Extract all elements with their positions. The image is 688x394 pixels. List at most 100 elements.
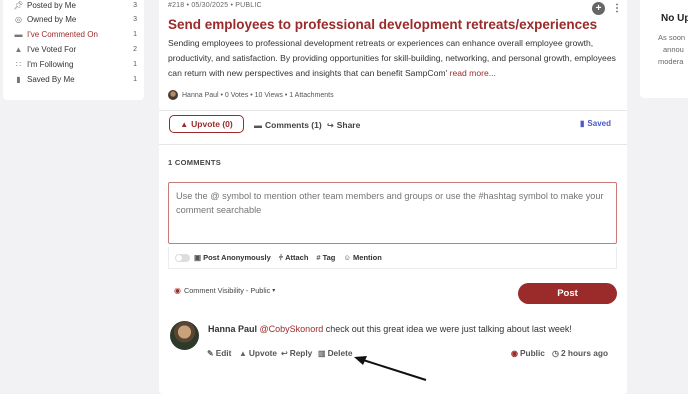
updates-panel-text: annou — [663, 45, 684, 54]
read-more-link[interactable]: read more... — [450, 68, 496, 78]
sidebar-item-count: 1 — [133, 30, 137, 38]
idea-card: #218 • 05/30/2025 • PUBLIC + ⋮ Send empl… — [159, 0, 627, 394]
thumbs-up-icon: ▲ — [239, 348, 247, 358]
comment-visibility-dropdown[interactable]: ◉ Comment Visibility - Public ▾ — [174, 286, 275, 295]
updates-panel-text: modera — [658, 57, 684, 66]
delete-label: Delete — [327, 348, 353, 358]
thumbs-up-icon: ▲ — [14, 44, 23, 54]
comments-label: Comments (1) — [265, 120, 322, 130]
comment-input[interactable] — [168, 182, 617, 244]
comment-visibility-label: Comment Visibility - Public — [183, 286, 271, 295]
post-anonymously-option[interactable]: ▣ Post Anonymously — [194, 253, 271, 262]
sidebar-item-label: I've Commented On — [27, 29, 98, 39]
paperclip-icon: ⫩ — [278, 252, 284, 262]
add-icon[interactable]: + — [592, 2, 605, 15]
comment-visibility-badge: ◉ Public — [511, 348, 545, 358]
post-stats: Hanna Paul • 0 Votes • 10 Views • 1 Atta… — [182, 91, 334, 99]
sidebar-item-saved-by-me[interactable]: ▮ Saved By Me 1 — [13, 72, 137, 86]
author-avatar — [168, 90, 178, 100]
anonymous-toggle[interactable] — [175, 253, 190, 262]
saved-label: Saved — [587, 119, 611, 128]
post-meta: #218 • 05/30/2025 • PUBLIC — [168, 2, 262, 9]
comment-time: 2 hours ago — [560, 348, 609, 358]
reply-label: Reply — [289, 348, 313, 358]
owner-icon: ◎ — [15, 14, 22, 24]
comment-edit-button[interactable]: ✎ Edit — [207, 348, 231, 358]
sidebar-item-label: I'm Following — [27, 59, 74, 69]
more-options-icon[interactable]: ⋮ — [612, 2, 622, 15]
comment-body: Hanna Paul @CobySkonord check out this g… — [208, 324, 572, 334]
chevron-down-icon: ▾ — [272, 288, 276, 294]
sidebar-item-label: I've Voted For — [27, 44, 77, 54]
annotation-arrow-icon — [354, 356, 427, 381]
edit-label: Edit — [215, 348, 232, 358]
post-description-text: Sending employees to professional develo… — [168, 38, 616, 78]
pin-icon: 📌︎ — [13, 0, 24, 10]
comment-author[interactable]: Hanna Paul — [208, 324, 257, 334]
updates-panel-text: As soon — [658, 33, 686, 42]
post-title[interactable]: Send employees to professional developme… — [168, 17, 597, 32]
comments-button[interactable]: ▬ Comments (1) — [254, 120, 322, 130]
sidebar-item-voted-for[interactable]: ▲ I've Voted For 2 — [13, 42, 137, 56]
comment-icon: ▬ — [254, 120, 262, 130]
share-icon: ↪ — [327, 120, 334, 130]
share-label: Share — [336, 120, 361, 130]
trash-icon: ▥ — [318, 348, 326, 358]
sidebar-item-count: 3 — [133, 1, 137, 9]
sidebar-item-posted-by-me[interactable]: 📌︎ Posted by Me 3 — [13, 0, 137, 12]
reply-icon: ↩ — [281, 348, 288, 358]
attach-label: Attach — [285, 253, 309, 262]
thumbs-up-icon: ▲ — [180, 119, 189, 129]
bookmark-icon: ▮ — [16, 74, 21, 84]
commenter-avatar[interactable] — [170, 321, 199, 350]
comment-icon: ▬ — [14, 29, 23, 39]
mention-label: Mention — [353, 253, 382, 262]
updates-panel: No Up As soon annou modera — [640, 0, 688, 98]
upvote-label: Upvote — [248, 348, 278, 358]
post-comment-button[interactable]: Post — [518, 283, 617, 304]
users-icon: ☺ — [343, 253, 352, 262]
post-author-line: Hanna Paul • 0 Votes • 10 Views • 1 Atta… — [168, 90, 334, 100]
sidebar-item-owned-by-me[interactable]: ◎ Owned by Me 3 — [13, 12, 137, 26]
comment-text: check out this great idea we were just t… — [323, 324, 572, 334]
clock-icon: ◷ — [552, 348, 559, 358]
divider — [159, 144, 627, 145]
upvote-button[interactable]: ▲ Upvote (0) — [169, 115, 244, 133]
filter-sidebar: 📌︎ Posted by Me 3 ◎ Owned by Me 3 ▬ I've… — [3, 0, 144, 100]
comment-delete-button[interactable]: ▥ Delete — [318, 348, 352, 358]
tag-button[interactable]: # Tag — [316, 253, 335, 262]
post-description: Sending employees to professional develo… — [168, 36, 623, 81]
comment-upvote-button[interactable]: ▲ Upvote — [239, 348, 277, 358]
upvote-label: Upvote (0) — [191, 119, 233, 129]
attach-button[interactable]: ⫩ Attach — [279, 253, 309, 263]
mention-button[interactable]: ☺ Mention — [343, 253, 381, 262]
sidebar-item-label: Posted by Me — [27, 0, 76, 10]
edit-icon: ✎ — [207, 348, 214, 358]
comment-toolbar: ▣ Post Anonymously ⫩ Attach # Tag ☺ Mention — [168, 247, 617, 269]
comment-visibility-text: Public — [519, 348, 545, 358]
eye-icon: ◉ — [174, 286, 181, 295]
updates-panel-title: No Up — [661, 13, 688, 24]
sidebar-item-commented-on[interactable]: ▬ I've Commented On 1 — [13, 27, 138, 41]
lock-icon: ▣ — [194, 253, 202, 262]
sidebar-item-label: Saved By Me — [27, 74, 75, 84]
sidebar-item-count: 2 — [133, 45, 137, 53]
comment-mention[interactable]: @CobySkonord — [260, 324, 324, 334]
comment-timestamp: ◷ 2 hours ago — [552, 348, 608, 358]
sidebar-item-following[interactable]: ∷ I'm Following 1 — [13, 57, 137, 71]
comment-reply-button[interactable]: ↩ Reply — [281, 348, 312, 358]
hashtag-icon: # — [316, 253, 321, 262]
sidebar-item-count: 1 — [133, 75, 137, 83]
divider — [159, 110, 627, 111]
share-button[interactable]: ↪ Share — [327, 120, 360, 130]
sidebar-item-count: 1 — [133, 60, 137, 68]
comments-count-heading: 1 COMMENTS — [168, 158, 222, 167]
post-anonymously-label: Post Anonymously — [203, 253, 271, 262]
eye-icon: ◉ — [511, 348, 518, 358]
bookmark-icon: ▮ — [580, 119, 585, 128]
saved-button[interactable]: ▮ Saved — [580, 119, 611, 128]
sidebar-item-label: Owned by Me — [27, 14, 77, 24]
tag-label: Tag — [322, 253, 336, 262]
sidebar-item-count: 3 — [133, 15, 137, 23]
rss-icon: ∷ — [15, 59, 22, 69]
